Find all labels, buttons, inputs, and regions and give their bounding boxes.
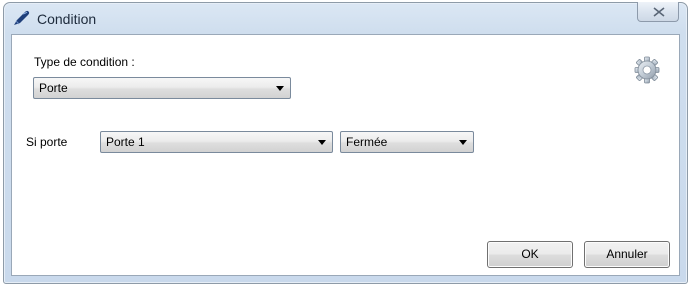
chevron-down-icon — [276, 86, 284, 91]
window-title: Condition — [37, 11, 97, 27]
condition-type-select[interactable]: Porte — [33, 77, 291, 99]
door-select[interactable]: Porte 1 — [100, 131, 333, 153]
cancel-button[interactable]: Annuler — [584, 241, 670, 268]
dialog-window: Condition Type de condition : Porte Si p… — [3, 2, 688, 284]
close-icon — [653, 7, 665, 17]
door-state-value: Fermée — [346, 135, 388, 149]
ok-button[interactable]: OK — [487, 241, 573, 268]
gear-icon — [634, 56, 660, 84]
title-bar[interactable]: Condition — [4, 2, 687, 33]
chevron-down-icon — [459, 140, 467, 145]
chevron-down-icon — [318, 140, 326, 145]
close-button[interactable] — [637, 2, 679, 22]
dialog-client-area: Type de condition : Porte Si porte Porte… — [11, 34, 680, 276]
condition-type-label: Type de condition : — [34, 55, 135, 69]
pen-icon — [12, 10, 30, 26]
door-value: Porte 1 — [106, 135, 145, 149]
door-state-select[interactable]: Fermée — [340, 131, 474, 153]
condition-type-value: Porte — [39, 81, 68, 95]
if-door-label: Si porte — [26, 135, 68, 149]
